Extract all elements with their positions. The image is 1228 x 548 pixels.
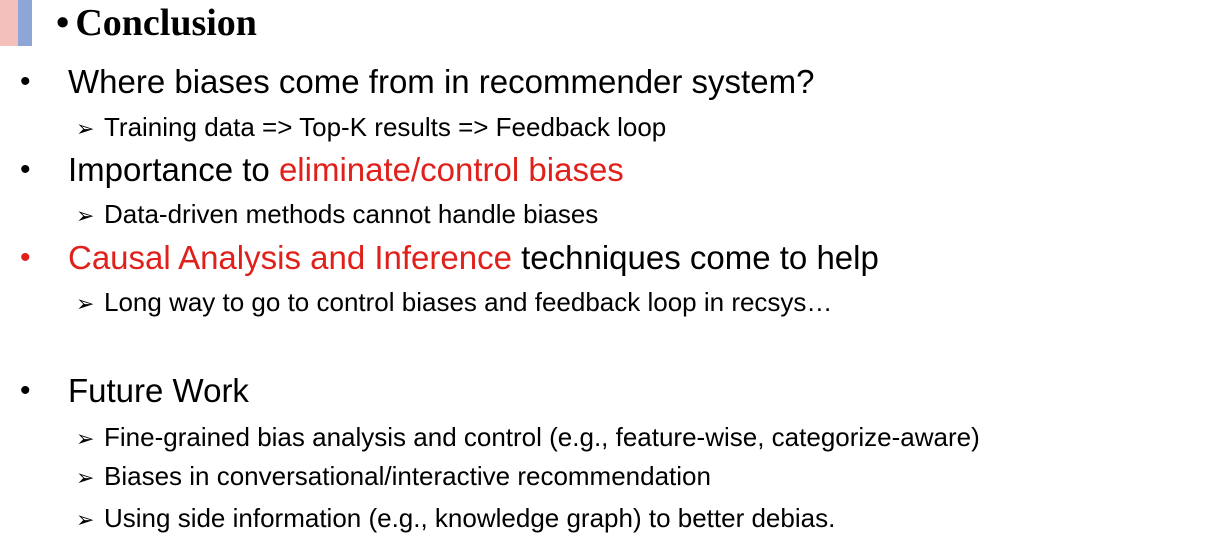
sub-bullet-item: ➢ Training data => Top-K results => Feedb…: [76, 110, 1216, 144]
sub-bullet-item: ➢ Fine-grained bias analysis and control …: [76, 420, 1216, 454]
sub-bullet-text: Biases in conversational/interactive rec…: [104, 461, 711, 491]
title-text: Conclusion: [75, 2, 257, 44]
bullet-item: • Future Work: [0, 371, 1228, 411]
bullet-item: • Importance to eliminate/control biases: [0, 150, 1228, 190]
bullet-item: • Causal Analysis and Inference technique…: [0, 238, 1228, 278]
bullet-dot: •: [20, 65, 31, 98]
text-run: techniques come to help: [511, 239, 879, 276]
arrow-bullet-icon: ➢: [76, 507, 95, 532]
slide-title: • Conclusion: [56, 0, 257, 46]
accent-bar-left: [0, 0, 18, 46]
bullet-text: Future Work: [68, 371, 249, 411]
text-run: Where biases come from in recommender sy…: [68, 63, 815, 100]
sub-bullet-text: Data-driven methods cannot handle biases: [104, 199, 599, 229]
bullet-text: Where biases come from in recommender sy…: [68, 62, 814, 102]
bullet-dot: •: [20, 153, 31, 186]
accent-bar-right: [18, 0, 32, 46]
arrow-bullet-icon: ➢: [76, 426, 95, 451]
bullet-dot: •: [20, 374, 31, 407]
bullet-text: Importance to eliminate/control biases: [68, 150, 624, 190]
text-run: Importance to: [68, 151, 279, 188]
highlighted-text: eliminate/control biases: [278, 151, 624, 188]
sub-bullet-item: ➢ Data-driven methods cannot handle biase…: [76, 197, 1216, 231]
arrow-bullet-icon: ➢: [76, 465, 95, 490]
arrow-bullet-icon: ➢: [76, 116, 95, 141]
sub-bullet-item: ➢ Using side information (e.g., knowledge…: [76, 501, 1216, 535]
title-bullet: •: [56, 2, 70, 44]
arrow-bullet-icon: ➢: [76, 203, 95, 228]
sub-bullet-text: Long way to go to control biases and fee…: [104, 287, 833, 317]
sub-bullet-item: ➢ Long way to go to control biases and fe…: [76, 285, 1216, 319]
text-run: Future Work: [68, 372, 249, 409]
sub-bullet-item: ➢ Biases in conversational/interactive re…: [76, 459, 1216, 493]
bullet-item: • Where biases come from in recommender s…: [0, 62, 1228, 102]
bullet-dot: •: [20, 241, 31, 274]
highlighted-text: Causal Analysis and Inference: [68, 239, 512, 276]
sub-bullet-text: Using side information (e.g., knowledge …: [104, 503, 836, 533]
arrow-bullet-icon: ➢: [76, 291, 95, 316]
sub-bullet-text: Fine-grained bias analysis and control (…: [104, 422, 980, 452]
bullet-text: Causal Analysis and Inference techniques…: [68, 238, 879, 278]
sub-bullet-text: Training data => Top-K results => Feedba…: [104, 112, 667, 142]
